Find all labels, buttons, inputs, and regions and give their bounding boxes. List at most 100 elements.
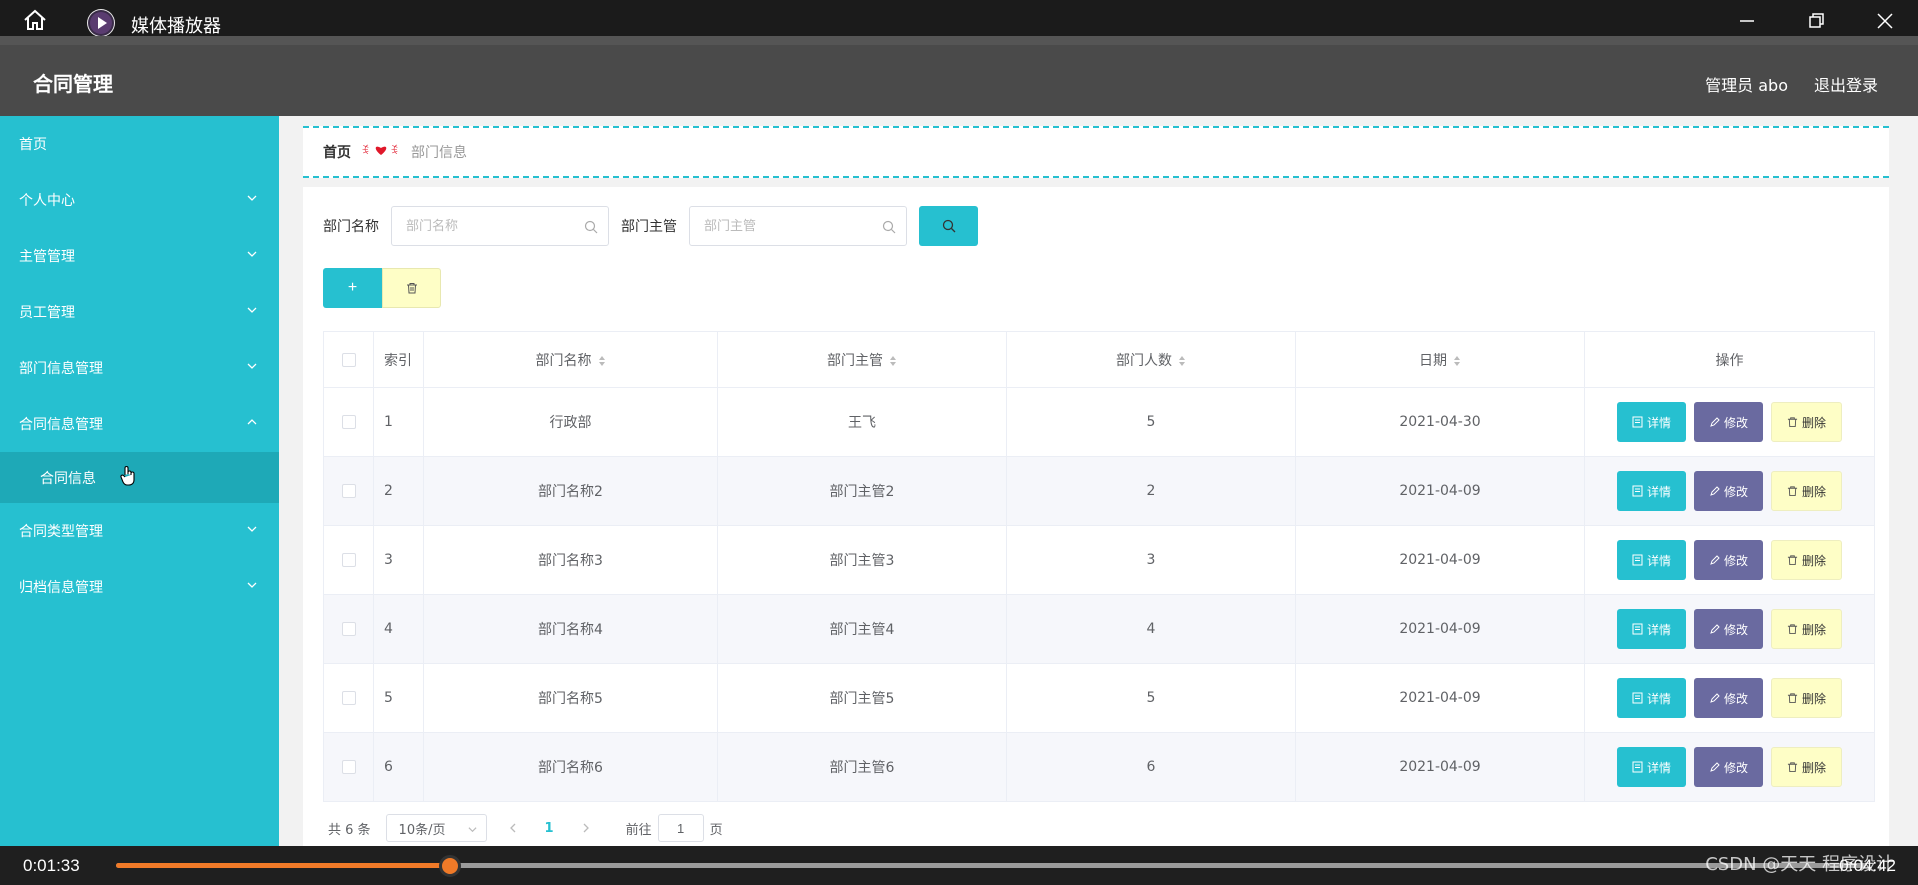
cell-dept-supervisor: 部门主管2 bbox=[717, 456, 1007, 526]
main-content: 首页 ꉂꉂ 部门信息 部门名称 部门主管 + bbox=[279, 116, 1918, 846]
cell-actions: 详情 修改 删除 bbox=[1584, 525, 1875, 595]
select-all-checkbox[interactable] bbox=[341, 352, 356, 367]
header-dept-supervisor[interactable]: 部门主管 bbox=[717, 331, 1007, 388]
header-index: 索引 bbox=[373, 331, 424, 388]
detail-button[interactable]: 详情 bbox=[1616, 540, 1686, 580]
logout-link[interactable]: 退出登录 bbox=[1814, 72, 1878, 96]
sidebar-item-employee[interactable]: 员工管理 bbox=[0, 284, 279, 340]
close-icon[interactable] bbox=[1876, 12, 1894, 30]
sidebar-item-label: 合同信息 bbox=[40, 470, 96, 487]
page-size-value: 10条/页 bbox=[398, 822, 446, 838]
table-header-row: 索引 部门名称 部门主管 部门人数 日期 操作 bbox=[323, 331, 1875, 388]
prev-page-button[interactable] bbox=[501, 814, 525, 842]
search-label-dept-name: 部门名称 bbox=[323, 219, 379, 235]
chevron-left-icon bbox=[509, 823, 516, 833]
search-label-dept-supervisor: 部门主管 bbox=[621, 219, 677, 235]
sidebar-item-label: 主管管理 bbox=[19, 249, 75, 265]
sidebar-item-personal-center[interactable]: 个人中心 bbox=[0, 172, 279, 228]
edit-button[interactable]: 修改 bbox=[1693, 402, 1763, 442]
hand-cursor-icon bbox=[120, 466, 135, 486]
detail-label: 详情 bbox=[1646, 691, 1671, 706]
detail-label: 详情 bbox=[1646, 484, 1671, 499]
header-dept-name[interactable]: 部门名称 bbox=[423, 331, 718, 388]
edit-button[interactable]: 修改 bbox=[1693, 609, 1763, 649]
row-checkbox[interactable] bbox=[341, 691, 356, 705]
search-icon bbox=[882, 220, 896, 234]
pager-total: 共 6 条 bbox=[328, 822, 371, 838]
sidebar-item-contract[interactable]: 合同信息管理 bbox=[0, 396, 279, 452]
cell-dept-count: 6 bbox=[1006, 732, 1296, 802]
row-checkbox[interactable] bbox=[341, 415, 356, 429]
sort-icon bbox=[598, 355, 605, 366]
page-size-select[interactable]: 10条/页 bbox=[385, 814, 487, 842]
seek-bar[interactable] bbox=[116, 855, 1866, 877]
document-icon bbox=[1632, 485, 1643, 497]
detail-button[interactable]: 详情 bbox=[1616, 678, 1686, 718]
chevron-down-icon bbox=[247, 195, 257, 201]
seek-thumb[interactable] bbox=[439, 855, 462, 877]
home-icon[interactable] bbox=[22, 9, 48, 31]
edit-button[interactable]: 修改 bbox=[1693, 471, 1763, 511]
sidebar-item-archive[interactable]: 归档信息管理 bbox=[0, 559, 279, 615]
cell-index: 6 bbox=[373, 732, 424, 802]
sidebar-item-contract-type[interactable]: 合同类型管理 bbox=[0, 503, 279, 559]
sidebar-item-supervisor[interactable]: 主管管理 bbox=[0, 228, 279, 284]
row-select-cell bbox=[323, 732, 374, 802]
dept-name-input[interactable] bbox=[392, 207, 608, 245]
dept-supervisor-input[interactable] bbox=[690, 207, 906, 245]
delete-button[interactable]: 删除 bbox=[1771, 609, 1843, 649]
edit-button[interactable]: 修改 bbox=[1693, 747, 1763, 787]
edit-label: 修改 bbox=[1723, 415, 1748, 430]
header-dept-count[interactable]: 部门人数 bbox=[1006, 331, 1296, 388]
detail-button[interactable]: 详情 bbox=[1616, 402, 1686, 442]
cell-actions: 详情 修改 删除 bbox=[1584, 594, 1875, 664]
cell-dept-count: 5 bbox=[1006, 663, 1296, 733]
document-icon bbox=[1632, 554, 1643, 566]
pencil-icon bbox=[1710, 693, 1720, 703]
document-icon bbox=[1632, 623, 1643, 635]
header-actions: 操作 bbox=[1584, 331, 1875, 388]
cell-index: 3 bbox=[373, 525, 424, 595]
cell-dept-name: 行政部 bbox=[423, 387, 718, 457]
breadcrumb-home[interactable]: 首页 bbox=[323, 142, 351, 162]
header-label: 部门名称 bbox=[535, 352, 592, 369]
goto-page-input[interactable] bbox=[657, 814, 704, 842]
row-checkbox[interactable] bbox=[341, 553, 356, 567]
sidebar-subitem-contract-info[interactable]: 合同信息 bbox=[0, 452, 279, 503]
table-row: 2 部门名称2 部门主管2 2 2021-04-09 详情 修改 删除 bbox=[323, 456, 1875, 526]
next-page-button[interactable] bbox=[574, 814, 598, 842]
add-button[interactable]: + bbox=[323, 268, 382, 308]
detail-button[interactable]: 详情 bbox=[1616, 747, 1686, 787]
sidebar-item-home[interactable]: 首页 bbox=[0, 116, 279, 172]
sidebar-item-department[interactable]: 部门信息管理 bbox=[0, 340, 279, 396]
delete-label: 删除 bbox=[1802, 415, 1827, 430]
trash-icon bbox=[1787, 762, 1798, 773]
cell-dept-supervisor: 王飞 bbox=[717, 387, 1007, 457]
cell-date: 2021-04-09 bbox=[1295, 732, 1585, 802]
edit-button[interactable]: 修改 bbox=[1693, 678, 1763, 718]
chevron-down-icon bbox=[247, 307, 257, 313]
chevron-down-icon bbox=[247, 582, 257, 588]
trash-icon bbox=[1787, 624, 1798, 635]
restore-icon[interactable] bbox=[1807, 12, 1825, 30]
row-checkbox[interactable] bbox=[341, 484, 356, 498]
delete-button[interactable]: 删除 bbox=[1771, 747, 1843, 787]
batch-delete-button[interactable] bbox=[382, 268, 441, 308]
delete-button[interactable]: 删除 bbox=[1771, 540, 1843, 580]
delete-button[interactable]: 删除 bbox=[1771, 471, 1843, 511]
detail-button[interactable]: 详情 bbox=[1616, 471, 1686, 511]
row-checkbox[interactable] bbox=[341, 760, 356, 774]
search-button[interactable] bbox=[919, 206, 978, 246]
row-checkbox[interactable] bbox=[341, 622, 356, 636]
minimize-icon[interactable] bbox=[1738, 12, 1756, 30]
detail-label: 详情 bbox=[1646, 760, 1671, 775]
department-table: 索引 部门名称 部门主管 部门人数 日期 操作 1 行政部 王飞 5 2021-04-3… bbox=[323, 331, 1875, 802]
cell-date: 2021-04-30 bbox=[1295, 387, 1585, 457]
current-page[interactable]: 1 bbox=[545, 821, 554, 836]
detail-button[interactable]: 详情 bbox=[1616, 609, 1686, 649]
delete-button[interactable]: 删除 bbox=[1771, 402, 1843, 442]
header-date[interactable]: 日期 bbox=[1295, 331, 1585, 388]
edit-button[interactable]: 修改 bbox=[1693, 540, 1763, 580]
delete-button[interactable]: 删除 bbox=[1771, 678, 1843, 718]
seek-progress bbox=[116, 863, 451, 868]
